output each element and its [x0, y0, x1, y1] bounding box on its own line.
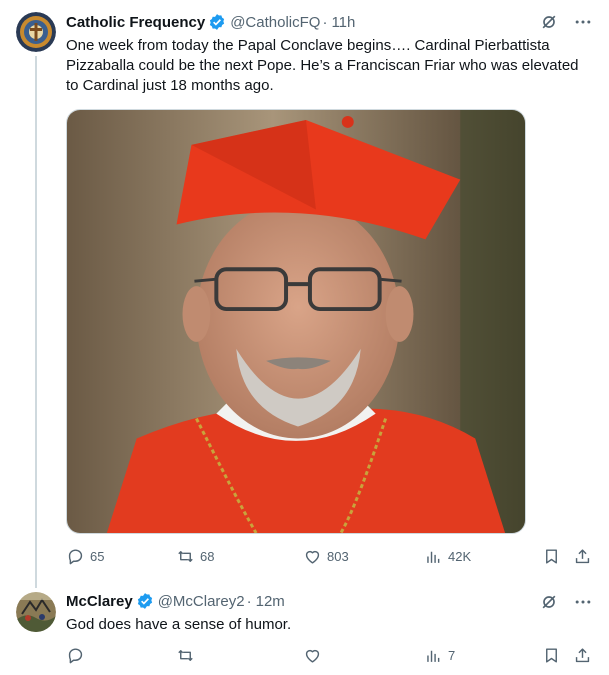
tweet-actions: 7 — [66, 646, 594, 668]
grok-icon[interactable] — [539, 12, 559, 32]
share-icon — [575, 549, 590, 564]
tweet-photo[interactable] — [66, 109, 526, 534]
repost-icon — [178, 650, 193, 661]
tweet-text: God does have a sense of humor. — [66, 616, 292, 633]
timestamp[interactable]: 11h — [331, 14, 355, 31]
bookmark-button[interactable] — [542, 646, 561, 665]
view-count: 7 — [448, 648, 456, 663]
verified-badge-icon — [208, 13, 226, 31]
more-icon[interactable] — [573, 12, 593, 32]
tweet-text: One week from today the Papal Conclave b… — [66, 37, 579, 94]
thread-connector-line — [35, 56, 37, 588]
share-button[interactable] — [573, 646, 592, 665]
avatar[interactable] — [16, 12, 56, 52]
tweet-top-actions — [539, 12, 593, 32]
views-icon — [427, 650, 440, 662]
verified-badge-icon — [136, 592, 154, 610]
timestamp[interactable]: 12m — [256, 593, 285, 610]
bookmark-icon — [546, 648, 557, 663]
reply-icon — [68, 648, 83, 664]
separator-dot: · — [246, 592, 252, 610]
reply-button[interactable] — [66, 646, 85, 665]
author-name[interactable]: Catholic Frequency — [66, 14, 205, 31]
bookmark-icon — [546, 549, 557, 564]
views-button[interactable]: 7 — [424, 646, 455, 665]
reply-icon — [68, 549, 83, 565]
repost-count: 68 — [200, 549, 215, 564]
more-icon[interactable] — [573, 592, 593, 612]
grok-icon[interactable] — [539, 592, 559, 612]
separator-dot: · — [322, 13, 328, 31]
reply-button[interactable]: 65 — [66, 547, 104, 566]
repost-button[interactable] — [176, 646, 195, 665]
tweet-header: Catholic Frequency @CatholicFQ · 11h — [66, 12, 355, 32]
tweet-actions: 65 68 803 42K — [66, 547, 594, 569]
tweet-header: McClarey @McClarey2 · 12m — [66, 591, 285, 611]
bookmark-button[interactable] — [542, 547, 561, 566]
view-count: 42K — [448, 549, 472, 564]
views-button[interactable]: 42K — [424, 547, 471, 566]
author-handle[interactable]: @CatholicFQ — [230, 14, 320, 31]
like-count: 803 — [327, 549, 349, 564]
like-button[interactable] — [303, 646, 322, 665]
avatar[interactable] — [16, 592, 56, 632]
share-button[interactable] — [573, 547, 592, 566]
heart-icon — [305, 550, 320, 564]
heart-icon — [305, 649, 320, 663]
repost-button[interactable]: 68 — [176, 547, 214, 566]
author-name[interactable]: McClarey — [66, 593, 133, 610]
repost-icon — [178, 551, 193, 562]
reply-count: 65 — [90, 549, 105, 564]
tweet-top-actions — [539, 592, 593, 612]
author-handle[interactable]: @McClarey2 — [158, 593, 245, 610]
like-button[interactable]: 803 — [303, 547, 349, 566]
share-icon — [575, 648, 590, 663]
views-icon — [427, 551, 440, 563]
